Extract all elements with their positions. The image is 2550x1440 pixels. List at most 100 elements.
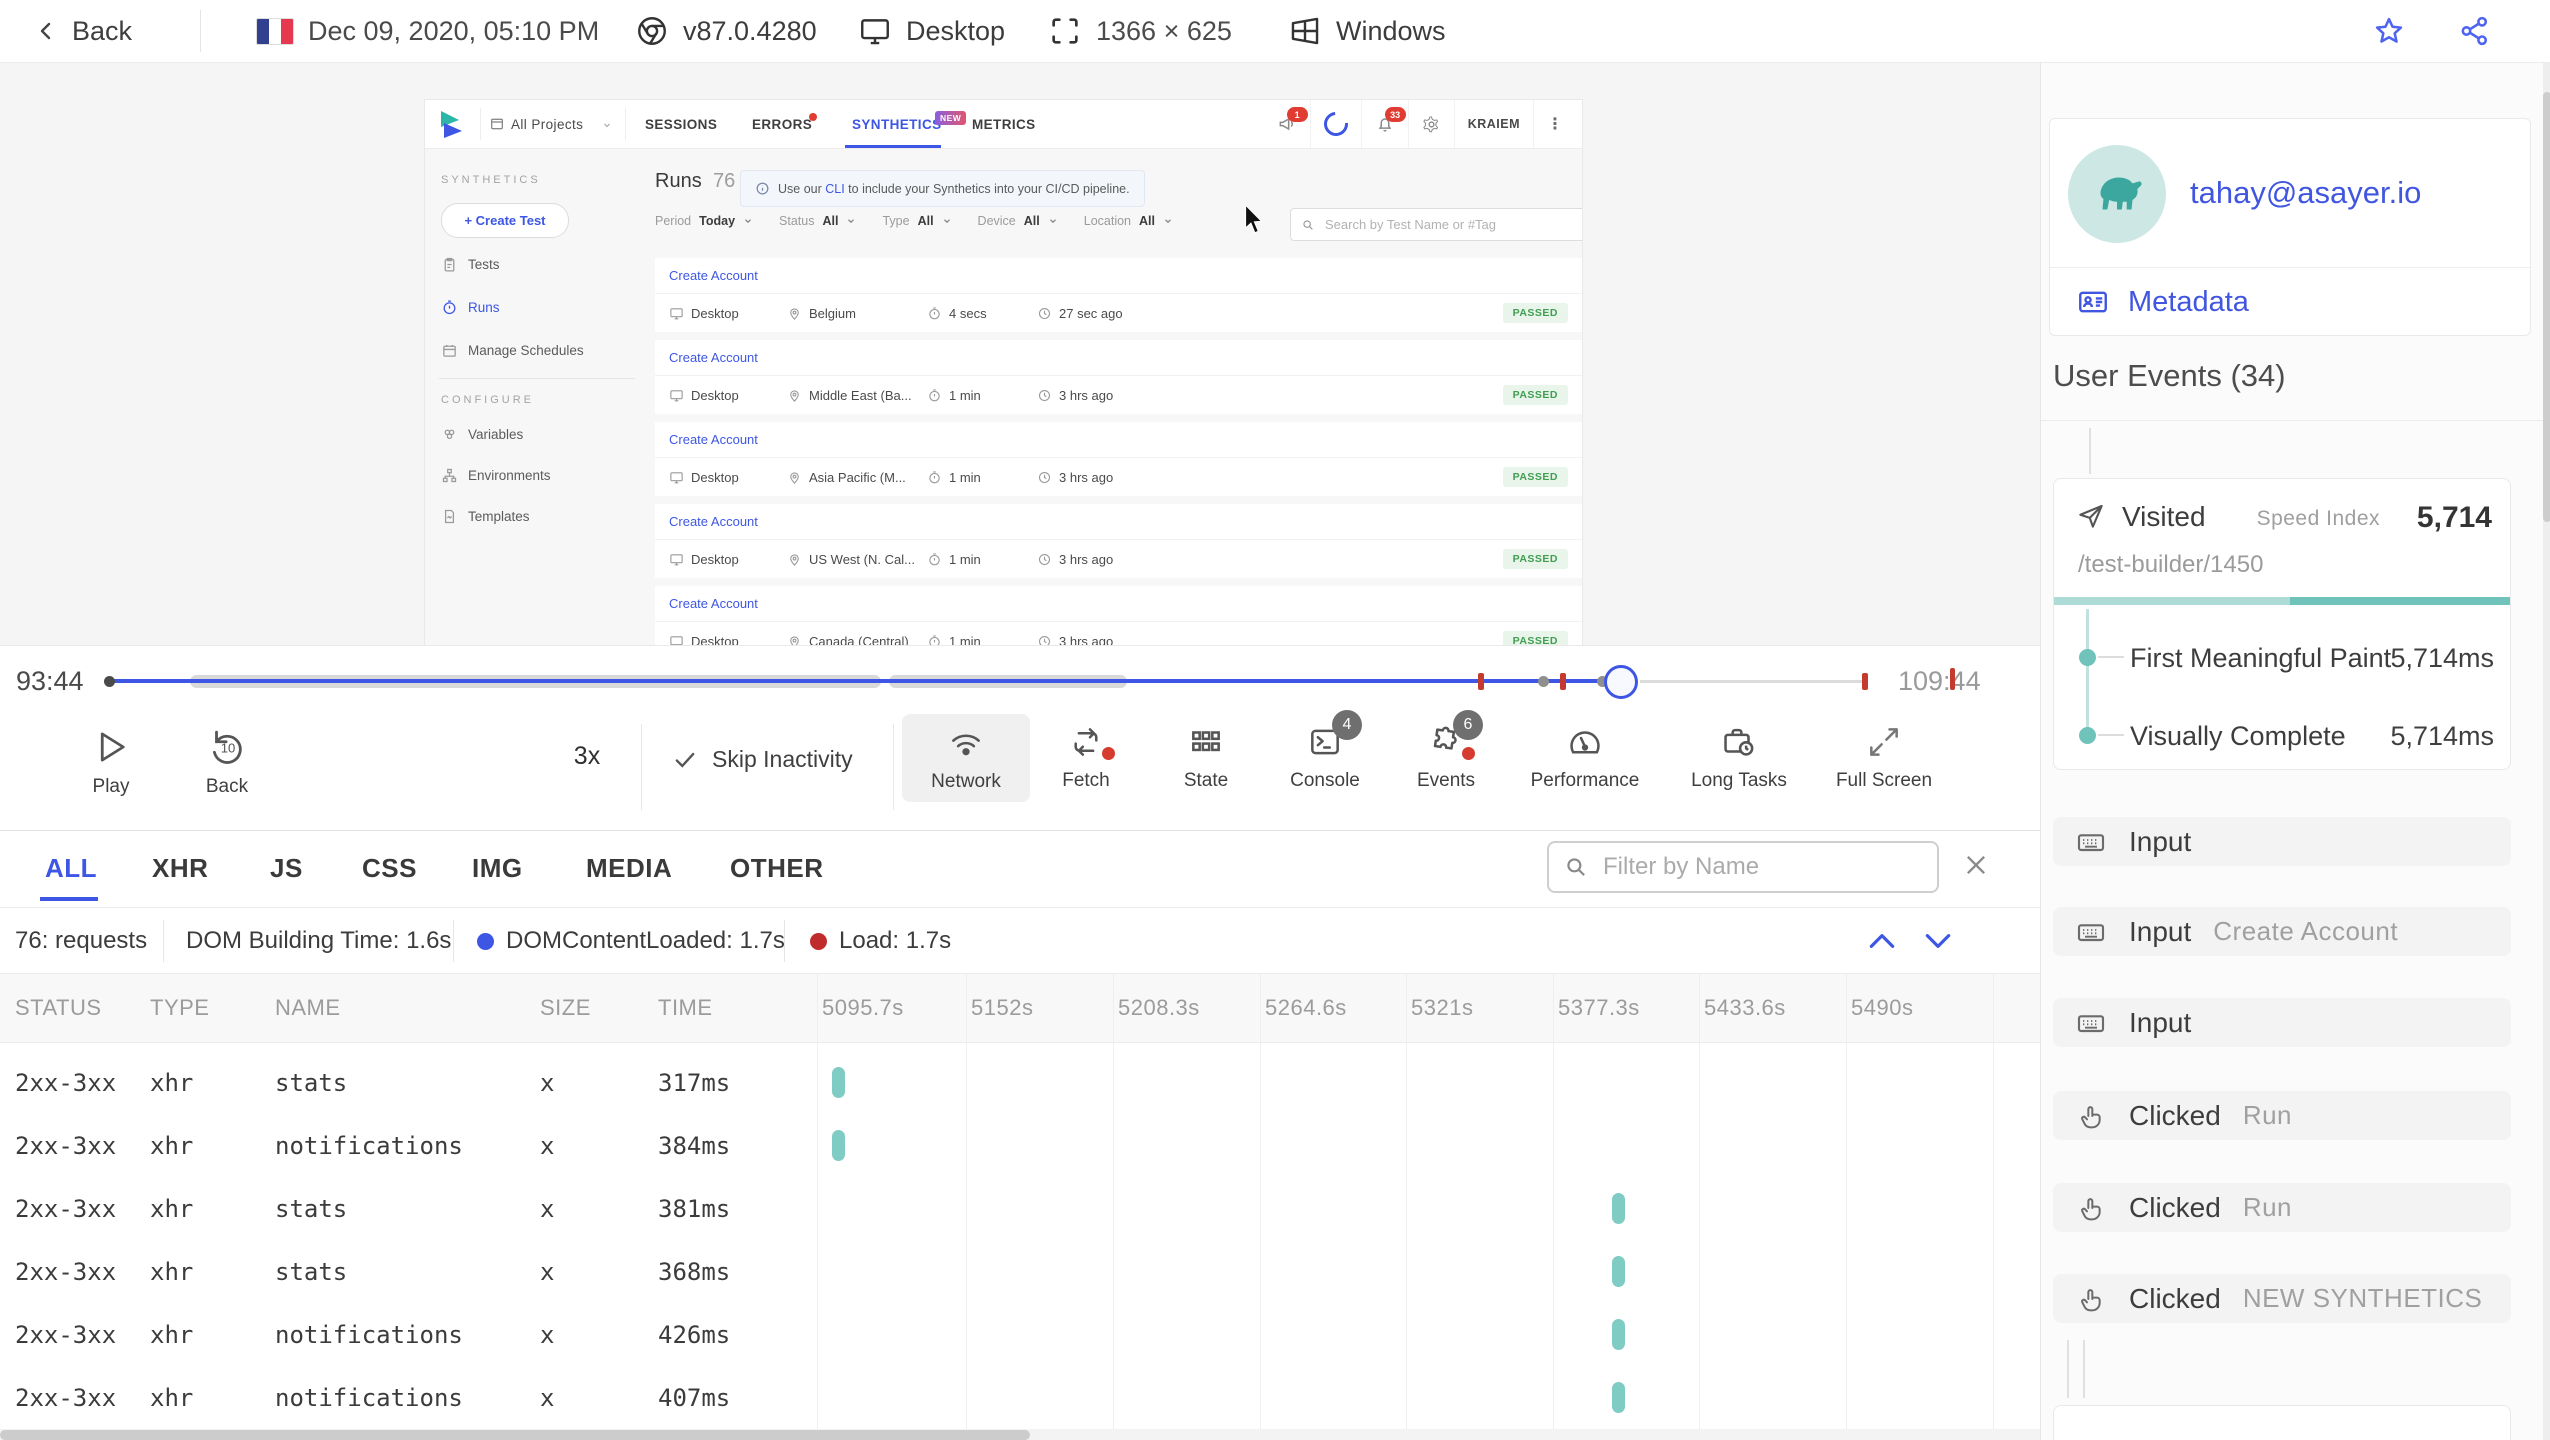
tab-all[interactable]: ALL: [45, 853, 97, 884]
device-info: Desktop: [858, 0, 1005, 62]
metric-dot: [2079, 727, 2096, 744]
tab-css[interactable]: CSS: [362, 853, 417, 884]
metadata-button[interactable]: Metadata: [2076, 285, 2249, 319]
timestamp: Dec 09, 2020, 05:10 PM: [308, 15, 600, 46]
network-row[interactable]: 2xx-3xx xhr stats x 368ms: [0, 1240, 2040, 1303]
event-item-input[interactable]: Input: [2053, 998, 2511, 1047]
filter-type: Type All: [882, 214, 951, 228]
tab-js[interactable]: JS: [270, 853, 303, 884]
divider: [480, 108, 481, 140]
speed-index-value: 5,714: [2416, 501, 2492, 534]
panel-long-tasks-button[interactable]: Long Tasks: [1669, 722, 1809, 792]
network-row[interactable]: 2xx-3xx xhr notifications x 407ms: [0, 1366, 2040, 1429]
event-item-input[interactable]: Input: [2053, 817, 2511, 866]
exception-marker: [1560, 673, 1566, 690]
console-count-badge: 4: [1332, 710, 1362, 740]
event-item-input[interactable]: Input Create Account: [2053, 907, 2511, 956]
tab-other[interactable]: OTHER: [730, 853, 824, 884]
horizontal-scrollbar[interactable]: [0, 1429, 2040, 1440]
gauge-icon: [1566, 722, 1604, 762]
visually-complete-value: 5,714ms: [2390, 721, 2494, 751]
tab-media[interactable]: MEDIA: [586, 853, 672, 884]
status-badge: PASSED: [1502, 549, 1568, 569]
sidebar-scrollbar[interactable]: [2543, 62, 2550, 1440]
tab-img[interactable]: IMG: [472, 853, 523, 884]
status-badge: PASSED: [1502, 631, 1568, 645]
settings-gear-icon: [1407, 100, 1454, 148]
user-card: tahay@asayer.io Metadata: [2049, 118, 2531, 336]
new-badge: NEW: [935, 111, 967, 125]
network-row[interactable]: 2xx-3xx xhr notifications x 384ms: [0, 1114, 2040, 1177]
event-item-clicked[interactable]: Clicked Run: [2053, 1091, 2511, 1140]
resolution-info: 1366 × 625: [1048, 0, 1232, 62]
chrome-icon: [635, 14, 669, 48]
sidebar-item-tests: Tests: [441, 256, 500, 273]
panel-state-button[interactable]: State: [1151, 722, 1261, 792]
panel-full-screen-button[interactable]: Full Screen: [1814, 722, 1954, 792]
sidebar-section-synthetics: SYNTHETICS: [441, 174, 541, 186]
skip-inactivity-toggle[interactable]: Skip Inactivity: [672, 746, 853, 773]
wifi-icon: [947, 723, 985, 763]
panel-fetch-button[interactable]: Fetch: [1031, 722, 1141, 792]
event-item-clicked[interactable]: Clicked Run: [2053, 1183, 2511, 1232]
run-card: Create Account Desktop Middle East (Ba..…: [655, 340, 1582, 414]
request-timing-bar: [832, 1067, 845, 1098]
divider: [200, 10, 201, 52]
playhead-handle[interactable]: [1604, 665, 1638, 699]
time-tick: 5377.3s: [1558, 995, 1640, 1020]
network-row[interactable]: 2xx-3xx xhr stats x 317ms: [0, 1051, 2040, 1114]
status-badge: PASSED: [1502, 385, 1568, 405]
time-tick: 5095.7s: [822, 995, 904, 1020]
close-panel-button[interactable]: [1962, 851, 1990, 879]
favorite-star-button[interactable]: [2372, 0, 2406, 62]
svg-text:10: 10: [221, 740, 236, 755]
run-when: 27 sec ago: [1059, 305, 1123, 321]
sidebar-item-runs: Runs: [441, 299, 500, 316]
panel-network-button[interactable]: Network: [902, 714, 1030, 802]
search-field: [1323, 216, 1567, 233]
time-tick: 5264.6s: [1265, 995, 1347, 1020]
panel-events-button[interactable]: 6 Events: [1391, 710, 1501, 792]
run-device: Desktop: [691, 469, 739, 485]
jump-down-button[interactable]: [1922, 930, 1954, 952]
session-replay-window: Back Dec 09, 2020, 05:10 PM v87.0.4280 D…: [0, 0, 2550, 1440]
time-tick: 5208.3s: [1118, 995, 1200, 1020]
play-button[interactable]: Play: [66, 726, 156, 798]
scrollbar-thumb[interactable]: [2543, 92, 2550, 522]
player-section: 93:44 109:44 Play 10 Back 3x Skip Inacti…: [0, 645, 2040, 831]
scrollbar-thumb[interactable]: [0, 1430, 1030, 1440]
divider: [453, 920, 454, 962]
share-button[interactable]: [2458, 0, 2492, 62]
jump-up-button[interactable]: [1866, 930, 1898, 952]
request-timing-bar: [1612, 1382, 1625, 1413]
chevron-left-icon: [34, 19, 58, 43]
speed-toggle[interactable]: 3x: [552, 742, 622, 771]
errors-notification-dot: [809, 113, 817, 121]
user-email: tahay@asayer.io: [2190, 175, 2422, 210]
back-10s-button[interactable]: 10 Back: [182, 726, 272, 798]
run-card: Create Account Desktop US West (N. Cal..…: [655, 504, 1582, 578]
network-row[interactable]: 2xx-3xx xhr notifications x 426ms: [0, 1303, 2040, 1366]
panel-performance-button[interactable]: Performance: [1520, 722, 1650, 792]
cli-link: CLI: [825, 181, 845, 196]
visited-event-card[interactable]: Visited Speed Index 5,714 /test-builder/…: [2053, 478, 2511, 770]
tab-xhr[interactable]: XHR: [152, 853, 208, 884]
event-item-clicked[interactable]: Clicked NEW SYNTHETICS: [2053, 1274, 2511, 1323]
check-icon: [672, 747, 698, 773]
panel-console-button[interactable]: 4 Console: [1270, 710, 1380, 792]
network-row[interactable]: 2xx-3xx xhr stats x 381ms: [0, 1177, 2040, 1240]
replay-stage[interactable]: All Projects SESSIONS ERRORS SYNTHETICS …: [0, 62, 2040, 645]
metric-dot: [2079, 649, 2096, 666]
nav-sessions: SESSIONS: [645, 116, 718, 132]
nav-metrics: METRICS: [972, 116, 1036, 132]
col-type: TYPE: [150, 995, 210, 1020]
run-location: Belgium: [809, 305, 856, 321]
back-button[interactable]: Back: [34, 0, 132, 62]
network-filter-input[interactable]: [1547, 841, 1939, 893]
run-when: 3 hrs ago: [1059, 387, 1114, 403]
metric-rail: [2086, 609, 2089, 743]
replay-app-sidebar: SYNTHETICS + Create Test Tests Runs Mana…: [425, 148, 653, 645]
filter-field[interactable]: [1601, 852, 1905, 882]
timeline-connector: [2089, 428, 2091, 474]
run-device: Desktop: [691, 387, 739, 403]
